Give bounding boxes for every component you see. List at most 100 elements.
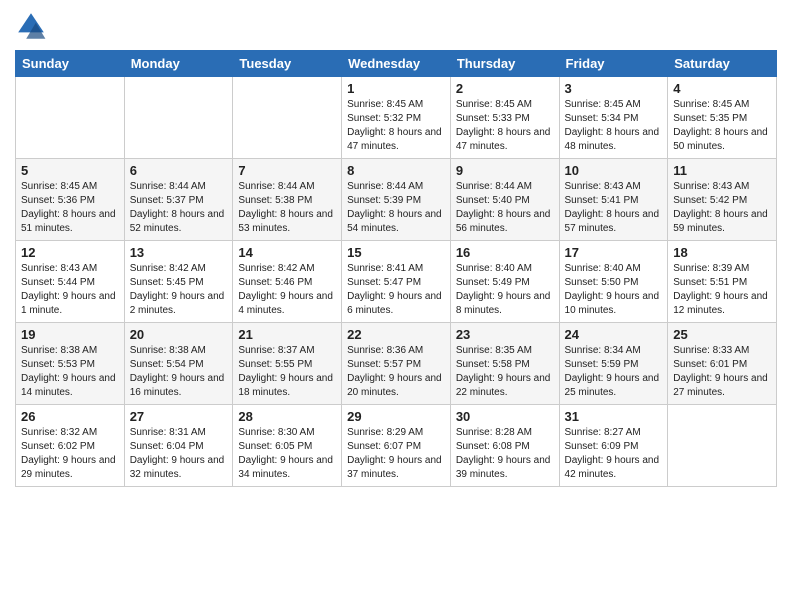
calendar-cell: 25 Sunrise: 8:33 AM Sunset: 6:01 PM Dayli… <box>668 323 777 405</box>
week-row-3: 19 Sunrise: 8:38 AM Sunset: 5:53 PM Dayli… <box>16 323 777 405</box>
calendar-cell: 2 Sunrise: 8:45 AM Sunset: 5:33 PM Daylig… <box>450 77 559 159</box>
cell-content: Sunrise: 8:42 AM Sunset: 5:46 PM Dayligh… <box>238 262 336 318</box>
day-number: 4 <box>673 81 771 96</box>
cell-content: Sunrise: 8:40 AM Sunset: 5:49 PM Dayligh… <box>456 262 554 318</box>
week-row-0: 1Sunrise: 8:45 AM Sunset: 5:32 PM Daylig… <box>16 77 777 159</box>
day-number: 28 <box>238 409 336 424</box>
calendar-cell: 29 Sunrise: 8:29 AM Sunset: 6:07 PM Dayli… <box>342 405 451 487</box>
calendar-cell <box>668 405 777 487</box>
cell-content: Sunrise: 8:36 AM Sunset: 5:57 PM Dayligh… <box>347 344 445 400</box>
cell-content: Sunrise: 8:45 AM Sunset: 5:36 PM Dayligh… <box>21 180 119 236</box>
logo-icon <box>15 10 47 42</box>
day-number: 25 <box>673 327 771 342</box>
day-number: 2 <box>456 81 554 96</box>
calendar-cell: 6Sunrise: 8:44 AM Sunset: 5:37 PM Daylig… <box>124 159 233 241</box>
calendar-cell: 12 Sunrise: 8:43 AM Sunset: 5:44 PM Dayli… <box>16 241 125 323</box>
calendar-cell: 21 Sunrise: 8:37 AM Sunset: 5:55 PM Dayli… <box>233 323 342 405</box>
cell-content: Sunrise: 8:43 AM Sunset: 5:41 PM Dayligh… <box>565 180 663 236</box>
calendar-cell: 24 Sunrise: 8:34 AM Sunset: 5:59 PM Dayli… <box>559 323 668 405</box>
calendar-cell: 18 Sunrise: 8:39 AM Sunset: 5:51 PM Dayli… <box>668 241 777 323</box>
day-number: 22 <box>347 327 445 342</box>
calendar-cell: 3 Sunrise: 8:45 AM Sunset: 5:34 PM Daylig… <box>559 77 668 159</box>
logo <box>15 10 51 42</box>
day-number: 15 <box>347 245 445 260</box>
cell-content: Sunrise: 8:31 AM Sunset: 6:04 PM Dayligh… <box>130 426 228 482</box>
weekday-header-thursday: Thursday <box>450 51 559 77</box>
calendar-cell: 15 Sunrise: 8:41 AM Sunset: 5:47 PM Dayli… <box>342 241 451 323</box>
calendar-cell: 8 Sunrise: 8:44 AM Sunset: 5:39 PM Daylig… <box>342 159 451 241</box>
weekday-header-wednesday: Wednesday <box>342 51 451 77</box>
day-number: 20 <box>130 327 228 342</box>
cell-content: Sunrise: 8:32 AM Sunset: 6:02 PM Dayligh… <box>21 426 119 482</box>
cell-content: Sunrise: 8:30 AM Sunset: 6:05 PM Dayligh… <box>238 426 336 482</box>
calendar-cell: 23Sunrise: 8:35 AM Sunset: 5:58 PM Dayli… <box>450 323 559 405</box>
calendar-cell: 4 Sunrise: 8:45 AM Sunset: 5:35 PM Daylig… <box>668 77 777 159</box>
day-number: 10 <box>565 163 663 178</box>
day-number: 29 <box>347 409 445 424</box>
cell-content: Sunrise: 8:29 AM Sunset: 6:07 PM Dayligh… <box>347 426 445 482</box>
day-number: 27 <box>130 409 228 424</box>
day-number: 24 <box>565 327 663 342</box>
day-number: 21 <box>238 327 336 342</box>
day-number: 6 <box>130 163 228 178</box>
calendar-cell: 10 Sunrise: 8:43 AM Sunset: 5:41 PM Dayli… <box>559 159 668 241</box>
cell-content: Sunrise: 8:43 AM Sunset: 5:44 PM Dayligh… <box>21 262 119 318</box>
header <box>15 10 777 42</box>
day-number: 11 <box>673 163 771 178</box>
calendar-cell: 17Sunrise: 8:40 AM Sunset: 5:50 PM Dayli… <box>559 241 668 323</box>
calendar-cell: 26 Sunrise: 8:32 AM Sunset: 6:02 PM Dayli… <box>16 405 125 487</box>
calendar-cell: 1Sunrise: 8:45 AM Sunset: 5:32 PM Daylig… <box>342 77 451 159</box>
calendar-cell: 16Sunrise: 8:40 AM Sunset: 5:49 PM Dayli… <box>450 241 559 323</box>
calendar-table: SundayMondayTuesdayWednesdayThursdayFrid… <box>15 50 777 487</box>
calendar-cell: 5 Sunrise: 8:45 AM Sunset: 5:36 PM Daylig… <box>16 159 125 241</box>
day-number: 19 <box>21 327 119 342</box>
cell-content: Sunrise: 8:39 AM Sunset: 5:51 PM Dayligh… <box>673 262 771 318</box>
day-number: 31 <box>565 409 663 424</box>
cell-content: Sunrise: 8:43 AM Sunset: 5:42 PM Dayligh… <box>673 180 771 236</box>
calendar-cell: 27 Sunrise: 8:31 AM Sunset: 6:04 PM Dayli… <box>124 405 233 487</box>
calendar-cell: 7 Sunrise: 8:44 AM Sunset: 5:38 PM Daylig… <box>233 159 342 241</box>
day-number: 30 <box>456 409 554 424</box>
cell-content: Sunrise: 8:41 AM Sunset: 5:47 PM Dayligh… <box>347 262 445 318</box>
day-number: 5 <box>21 163 119 178</box>
day-number: 18 <box>673 245 771 260</box>
cell-content: Sunrise: 8:33 AM Sunset: 6:01 PM Dayligh… <box>673 344 771 400</box>
cell-content: Sunrise: 8:38 AM Sunset: 5:54 PM Dayligh… <box>130 344 228 400</box>
weekday-header-row: SundayMondayTuesdayWednesdayThursdayFrid… <box>16 51 777 77</box>
cell-content: Sunrise: 8:44 AM Sunset: 5:38 PM Dayligh… <box>238 180 336 236</box>
calendar-cell <box>16 77 125 159</box>
day-number: 13 <box>130 245 228 260</box>
calendar-cell: 11 Sunrise: 8:43 AM Sunset: 5:42 PM Dayli… <box>668 159 777 241</box>
day-number: 3 <box>565 81 663 96</box>
day-number: 7 <box>238 163 336 178</box>
cell-content: Sunrise: 8:28 AM Sunset: 6:08 PM Dayligh… <box>456 426 554 482</box>
week-row-2: 12 Sunrise: 8:43 AM Sunset: 5:44 PM Dayli… <box>16 241 777 323</box>
week-row-4: 26 Sunrise: 8:32 AM Sunset: 6:02 PM Dayli… <box>16 405 777 487</box>
calendar-cell: 14 Sunrise: 8:42 AM Sunset: 5:46 PM Dayli… <box>233 241 342 323</box>
calendar-cell: 19 Sunrise: 8:38 AM Sunset: 5:53 PM Dayli… <box>16 323 125 405</box>
calendar-cell: 31 Sunrise: 8:27 AM Sunset: 6:09 PM Dayli… <box>559 405 668 487</box>
calendar-cell: 30 Sunrise: 8:28 AM Sunset: 6:08 PM Dayli… <box>450 405 559 487</box>
calendar-cell: 9Sunrise: 8:44 AM Sunset: 5:40 PM Daylig… <box>450 159 559 241</box>
day-number: 14 <box>238 245 336 260</box>
day-number: 8 <box>347 163 445 178</box>
cell-content: Sunrise: 8:44 AM Sunset: 5:39 PM Dayligh… <box>347 180 445 236</box>
day-number: 26 <box>21 409 119 424</box>
cell-content: Sunrise: 8:45 AM Sunset: 5:35 PM Dayligh… <box>673 98 771 154</box>
weekday-header-saturday: Saturday <box>668 51 777 77</box>
day-number: 12 <box>21 245 119 260</box>
cell-content: Sunrise: 8:45 AM Sunset: 5:34 PM Dayligh… <box>565 98 663 154</box>
calendar-cell <box>124 77 233 159</box>
cell-content: Sunrise: 8:27 AM Sunset: 6:09 PM Dayligh… <box>565 426 663 482</box>
calendar-cell <box>233 77 342 159</box>
weekday-header-sunday: Sunday <box>16 51 125 77</box>
calendar-cell: 22 Sunrise: 8:36 AM Sunset: 5:57 PM Dayli… <box>342 323 451 405</box>
cell-content: Sunrise: 8:45 AM Sunset: 5:33 PM Dayligh… <box>456 98 554 154</box>
cell-content: Sunrise: 8:45 AM Sunset: 5:32 PM Dayligh… <box>347 98 445 154</box>
weekday-header-tuesday: Tuesday <box>233 51 342 77</box>
day-number: 23 <box>456 327 554 342</box>
cell-content: Sunrise: 8:40 AM Sunset: 5:50 PM Dayligh… <box>565 262 663 318</box>
cell-content: Sunrise: 8:34 AM Sunset: 5:59 PM Dayligh… <box>565 344 663 400</box>
cell-content: Sunrise: 8:38 AM Sunset: 5:53 PM Dayligh… <box>21 344 119 400</box>
cell-content: Sunrise: 8:37 AM Sunset: 5:55 PM Dayligh… <box>238 344 336 400</box>
